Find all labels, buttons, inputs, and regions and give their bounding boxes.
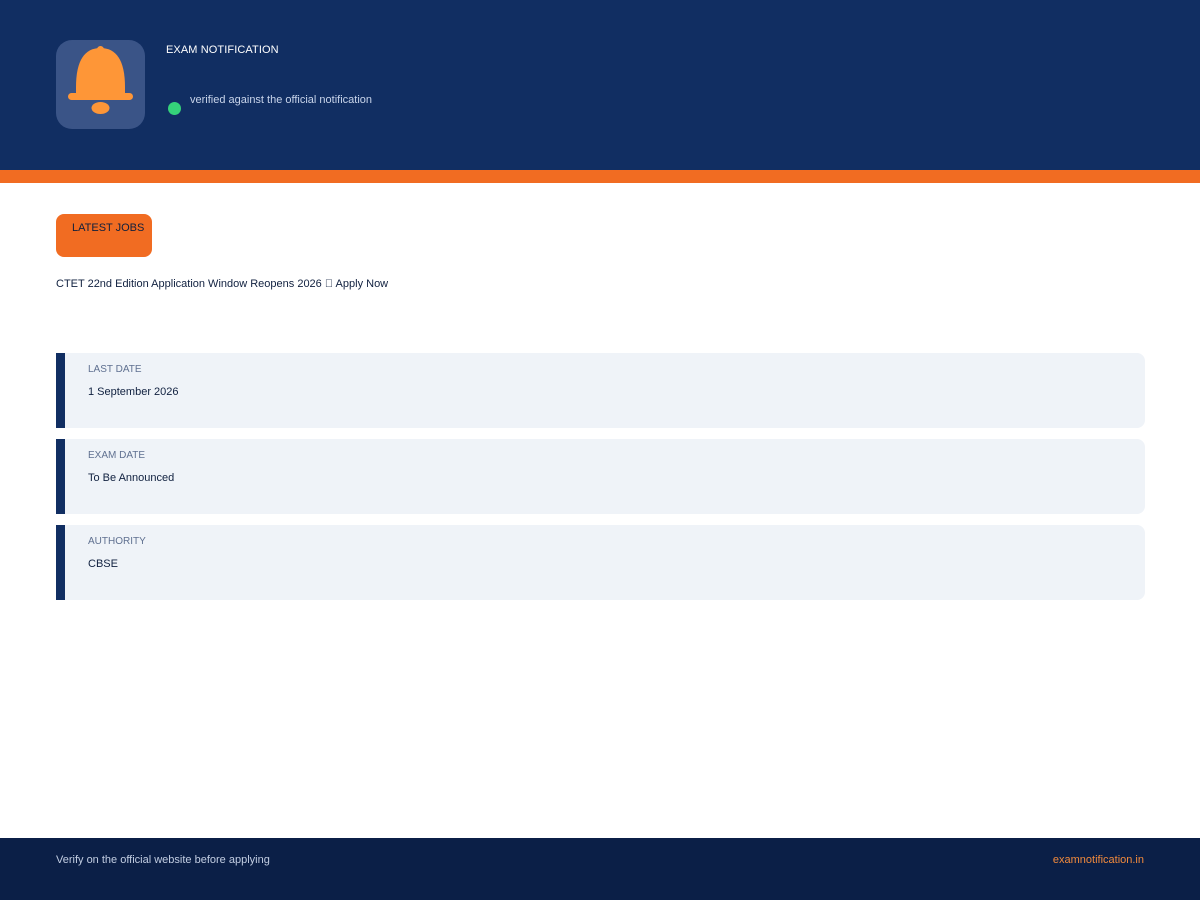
footer-site-link[interactable]: examnotification.in <box>1053 854 1144 866</box>
exam-date-card: EXAM DATE To Be Announced <box>56 439 1145 514</box>
notification-page: EXAM NOTIFICATION verified against the o… <box>0 0 1200 900</box>
exam-date-value: To Be Announced <box>88 472 175 484</box>
app-logo <box>56 40 145 129</box>
last-date-card: LAST DATE 1 September 2026 <box>56 353 1145 428</box>
verified-status-dot <box>168 102 181 115</box>
verified-status-text: verified against the official notificati… <box>190 94 373 106</box>
category-tag-label: LATEST JOBS <box>72 222 145 234</box>
card-stripe <box>56 525 65 600</box>
last-date-value: 1 September 2026 <box>88 386 179 398</box>
last-date-label: LAST DATE <box>88 364 142 375</box>
notification-headline: CTET 22nd Edition Application Window Reo… <box>56 278 389 290</box>
footer: Verify on the official website before ap… <box>0 838 1200 900</box>
card-stripe <box>56 353 65 428</box>
bell-icon <box>68 46 133 114</box>
category-tag[interactable]: LATEST JOBS <box>56 214 152 257</box>
card-stripe <box>56 439 65 514</box>
authority-value: CBSE <box>88 558 118 570</box>
exam-date-label: EXAM DATE <box>88 450 146 461</box>
header-title: EXAM NOTIFICATION <box>166 44 279 56</box>
accent-divider <box>0 170 1200 183</box>
header: EXAM NOTIFICATION verified against the o… <box>0 0 1200 170</box>
authority-label: AUTHORITY <box>88 536 146 547</box>
footer-disclaimer: Verify on the official website before ap… <box>56 854 270 866</box>
authority-card: AUTHORITY CBSE <box>56 525 1145 600</box>
